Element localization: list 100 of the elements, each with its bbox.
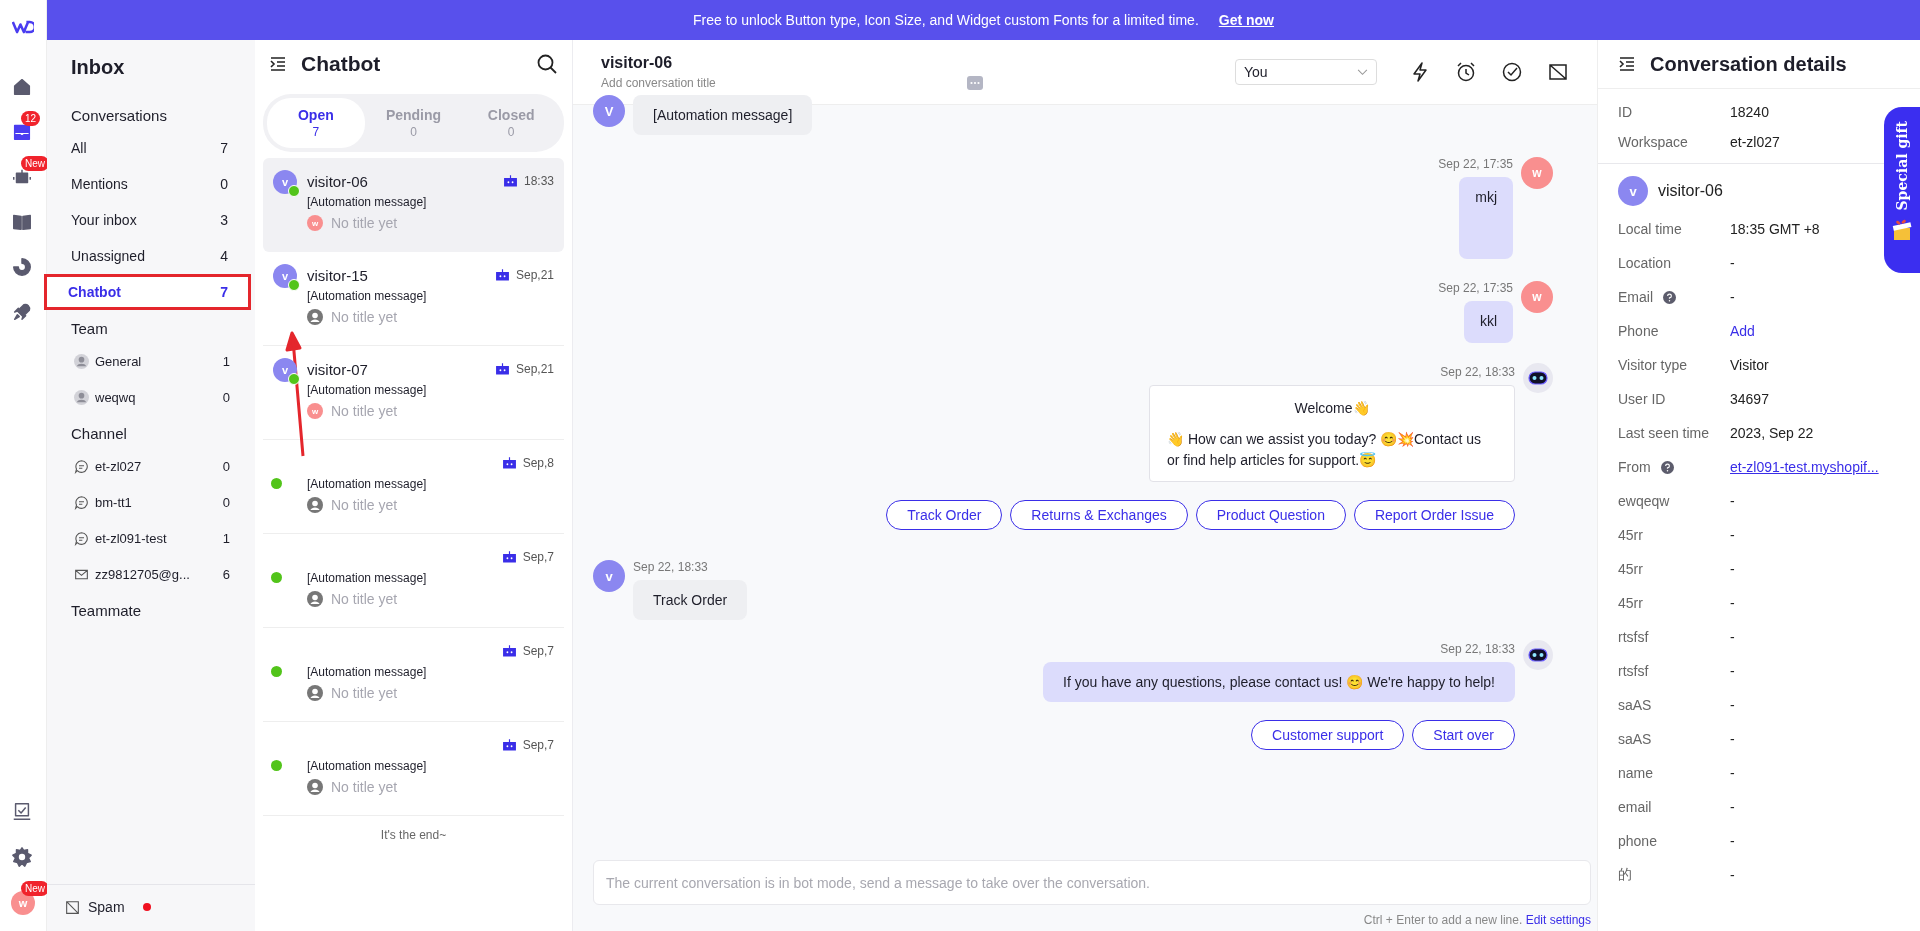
notification-badge: New [21, 156, 49, 171]
inbox-item[interactable]: Chatbot 7 [44, 274, 251, 310]
person-icon [307, 591, 323, 607]
channel-link[interactable]: zz9812705@g... [95, 566, 190, 582]
quick-reply-button[interactable]: Report Order Issue [1353, 500, 1515, 530]
visitor-name: visitor-06 [1658, 182, 1723, 200]
online-dot [288, 373, 300, 385]
online-dot [271, 572, 282, 583]
message-input[interactable]: The current conversation is in bot mode, send a message to take over the conversation. [593, 860, 1591, 905]
section-heading: Teammate [71, 602, 143, 619]
panel-title: Inbox [71, 56, 126, 79]
message-preview: [Automation message] [307, 571, 428, 585]
search-icon[interactable] [536, 53, 558, 75]
logo-icon[interactable] [12, 20, 34, 34]
assignee-select[interactable]: You [1235, 59, 1377, 85]
conversation-title: No title yet [331, 685, 398, 701]
shortcut-hint: Ctrl + Enter to add a new line. [1363, 913, 1523, 927]
conversation-time: Sep,21 [515, 362, 554, 376]
message-preview: [Automation message] [307, 195, 428, 209]
field-label: Phone [1618, 323, 1659, 339]
item-count: 4 [220, 248, 228, 264]
field-value: - [1730, 527, 1735, 543]
message-preview: [Automation message] [307, 289, 428, 303]
check-circle-icon[interactable] [1501, 61, 1523, 83]
channel-link[interactable]: et-zl091-test [95, 530, 167, 546]
team-link[interactable]: General [95, 353, 142, 369]
quick-reply-button[interactable]: Track Order [886, 500, 1003, 530]
conversation-item[interactable]: Sep,8 [Automation message] No title yet [263, 440, 564, 534]
settings-icon[interactable] [11, 846, 33, 868]
bot-icon [494, 268, 510, 282]
field-label: Last seen time [1618, 425, 1710, 441]
bot-message: If you have any questions, please contact us! 😊 We're happy to help! [1043, 662, 1515, 702]
visitor-avatar: v [1618, 176, 1648, 206]
field-value: - [1730, 289, 1735, 305]
title-input[interactable]: Add conversation title [601, 76, 716, 90]
message-time: Sep 22, 17:35 [1438, 281, 1513, 295]
conversation-item[interactable]: Sep,7 [Automation message] No title yet [263, 534, 564, 628]
channel-link[interactable]: et-zl027 [95, 458, 142, 474]
visitor-avatar: v [593, 560, 625, 592]
field-value: - [1730, 629, 1735, 645]
item-count: 1 [222, 530, 230, 546]
quick-reply-button[interactable]: Returns & Exchanges [1010, 500, 1188, 530]
tasks-icon[interactable] [11, 801, 33, 823]
field-value: 34697 [1730, 391, 1769, 407]
inbox-item[interactable]: Unassigned 4 [44, 238, 251, 274]
status-tab[interactable]: Open 7 [267, 98, 365, 148]
field-label: Email [1618, 289, 1653, 305]
conversation-item[interactable]: Sep,7 [Automation message] No title yet [263, 628, 564, 722]
quick-reply-button[interactable]: Start over [1412, 720, 1515, 750]
collapse-icon[interactable] [1618, 55, 1636, 73]
team-avatar-icon [74, 353, 89, 369]
get-now-link[interactable]: Get now [1218, 12, 1274, 28]
visitor-avatar: v [273, 170, 297, 194]
field-label: ID [1618, 104, 1633, 120]
edit-settings-link[interactable]: Edit settings [1525, 913, 1591, 927]
agent-avatar: w [1521, 281, 1553, 313]
special-gift-tab[interactable]: Special gift [1884, 107, 1920, 273]
conversation-title: No title yet [331, 403, 398, 419]
field-value: - [1730, 595, 1735, 611]
field-value: - [1730, 663, 1735, 679]
item-count: 1 [222, 353, 230, 369]
conversation-time: Sep,7 [522, 738, 554, 752]
quick-reply-button[interactable]: Product Question [1195, 500, 1346, 530]
field-label: 45rr [1618, 561, 1643, 577]
inbox-item[interactable]: Your inbox 3 [44, 202, 251, 238]
details-title: Conversation details [1650, 52, 1847, 76]
bot-avatar-icon [1523, 640, 1553, 670]
conversation-title: No title yet [331, 215, 398, 231]
person-icon [307, 497, 323, 513]
field-value: - [1730, 867, 1735, 883]
help-icon[interactable] [1660, 460, 1674, 474]
bot-icon [501, 456, 517, 470]
alarm-clock-icon[interactable] [1455, 61, 1477, 83]
collapse-icon[interactable] [269, 55, 287, 73]
field-label: 45rr [1618, 595, 1643, 611]
conversation-item[interactable]: v visitor-06 18:33 [Automation message] w No title yet [263, 158, 564, 252]
field-value: - [1730, 833, 1735, 849]
conversation-time: Sep,7 [522, 644, 554, 658]
conversation-item[interactable]: Sep,7 [Automation message] No title yet [263, 722, 564, 816]
chart-icon[interactable] [11, 256, 33, 278]
channel-link[interactable]: bm-tt1 [95, 494, 132, 510]
agent-avatar: w [307, 215, 323, 231]
team-link[interactable]: weqwq [95, 389, 136, 405]
block-message-icon[interactable] [1547, 61, 1569, 83]
home-icon[interactable] [11, 76, 33, 98]
field-value: 2023, Sep 22 [1730, 425, 1814, 441]
item-count: 6 [222, 566, 230, 582]
agent-avatar: w [1521, 157, 1553, 189]
source-link[interactable]: et-zl091-test.myshopif... [1730, 459, 1879, 475]
add-link[interactable]: Add [1730, 323, 1755, 339]
rocket-icon[interactable] [11, 301, 33, 323]
field-label: saAS [1618, 731, 1652, 747]
conversation-item[interactable]: v visitor-07 Sep,21 [Automation message] w No title yet [263, 346, 564, 440]
help-icon[interactable] [1663, 290, 1676, 304]
field-label: rtsfsf [1618, 663, 1649, 679]
conversation-item[interactable]: v visitor-15 Sep,21 [Automation message] No title yet [263, 252, 564, 346]
conversation-time: 18:33 [523, 174, 554, 188]
quick-reply-button[interactable]: Customer support [1251, 720, 1405, 750]
spam-link[interactable]: Spam [88, 899, 125, 915]
conversation-title: No title yet [331, 779, 398, 795]
